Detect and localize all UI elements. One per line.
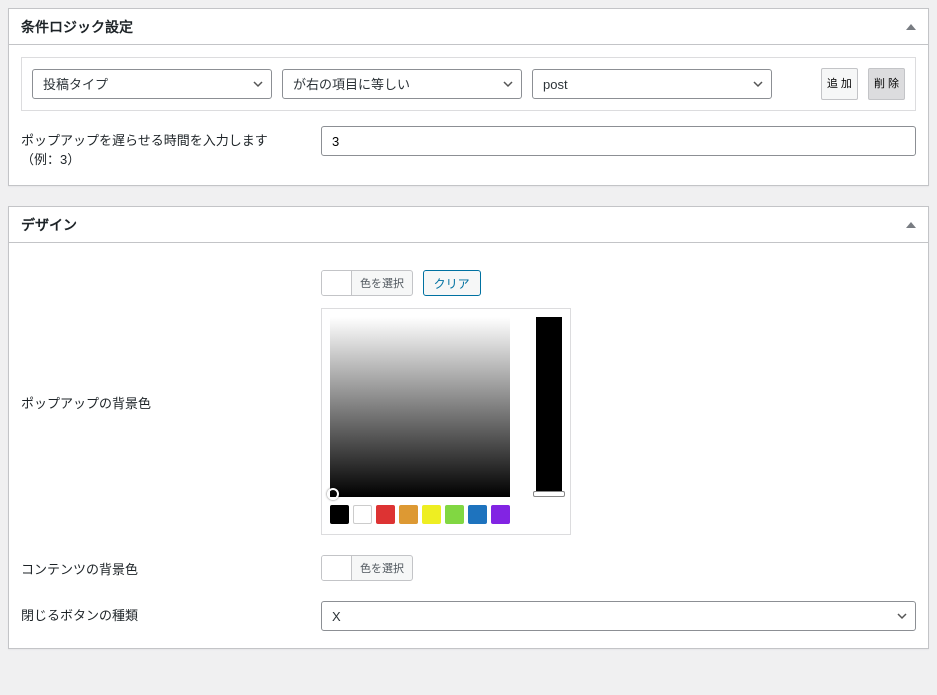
- value-select-wrap: post: [532, 69, 772, 99]
- color-hue-strip[interactable]: [536, 317, 562, 497]
- color-indicator-handle[interactable]: [327, 488, 339, 500]
- palette-swatch[interactable]: [422, 505, 441, 524]
- content-bg-row: コンテンツの背景色 色を選択: [21, 540, 916, 586]
- content-bg-control: 色を選択: [321, 555, 916, 581]
- logic-rule-row: 投稿タイプ が右の項目に等しい post: [21, 57, 916, 111]
- popup-bg-row: ポップアップの背景色 色を選択 クリア: [21, 255, 916, 540]
- clear-color-button[interactable]: クリア: [423, 270, 481, 296]
- palette-swatch[interactable]: [330, 505, 349, 524]
- color-swatch-preview: [322, 271, 352, 295]
- delete-rule-button[interactable]: 削 除: [868, 68, 905, 100]
- add-rule-button[interactable]: 追 加: [821, 68, 858, 100]
- logic-value-select[interactable]: post: [532, 69, 772, 99]
- delay-input[interactable]: [321, 126, 916, 156]
- color-palette-row: [330, 497, 562, 524]
- palette-swatch[interactable]: [399, 505, 418, 524]
- close-button-select-wrap: X: [321, 601, 916, 631]
- close-button-type-control: X: [321, 601, 916, 631]
- close-button-type-label: 閉じるボタンの種類: [21, 601, 301, 624]
- condition-logic-header[interactable]: 条件ロジック設定: [9, 9, 928, 45]
- palette-swatch[interactable]: [376, 505, 395, 524]
- condition-logic-box: 条件ロジック設定 投稿タイプ が右の項目に等しい: [8, 8, 929, 186]
- popup-bg-label: ポップアップの背景色: [21, 393, 301, 412]
- design-body: ポップアップの背景色 色を選択 クリア: [9, 243, 928, 648]
- delay-field-row: ポップアップを遅らせる時間を入力します（例：3）: [21, 111, 916, 173]
- palette-swatch[interactable]: [468, 505, 487, 524]
- palette-swatch[interactable]: [491, 505, 510, 524]
- design-title: デザイン: [21, 215, 906, 235]
- content-bg-label: コンテンツの背景色: [21, 555, 301, 578]
- condition-logic-body: 投稿タイプ が右の項目に等しい post: [9, 45, 928, 185]
- palette-swatch[interactable]: [445, 505, 464, 524]
- popup-bg-color-button[interactable]: 色を選択: [321, 270, 413, 296]
- condition-logic-title: 条件ロジック設定: [21, 17, 906, 37]
- delay-control: [321, 126, 916, 156]
- select-color-label: 色を選択: [352, 556, 412, 580]
- field-select-wrap: 投稿タイプ: [32, 69, 272, 99]
- delay-label: ポップアップを遅らせる時間を入力します（例：3）: [21, 126, 301, 168]
- color-saturation-square[interactable]: [330, 317, 510, 497]
- close-button-type-select[interactable]: X: [321, 601, 916, 631]
- select-color-label: 色を選択: [352, 271, 412, 295]
- logic-operator-select[interactable]: が右の項目に等しい: [282, 69, 522, 99]
- design-header[interactable]: デザイン: [9, 207, 928, 243]
- color-swatch-preview: [322, 556, 352, 580]
- palette-swatch[interactable]: [353, 505, 372, 524]
- close-button-type-row: 閉じるボタンの種類 X: [21, 586, 916, 636]
- color-picker-panel: [321, 308, 571, 535]
- content-bg-color-button[interactable]: 色を選択: [321, 555, 413, 581]
- collapse-triangle-icon[interactable]: [906, 222, 916, 228]
- operator-select-wrap: が右の項目に等しい: [282, 69, 522, 99]
- logic-field-select[interactable]: 投稿タイプ: [32, 69, 272, 99]
- popup-bg-control: 色を選択 クリア: [321, 270, 916, 535]
- design-box: デザイン ポップアップの背景色 色を選択 クリア: [8, 206, 929, 649]
- collapse-triangle-icon[interactable]: [906, 24, 916, 30]
- hue-strip-handle[interactable]: [533, 491, 565, 497]
